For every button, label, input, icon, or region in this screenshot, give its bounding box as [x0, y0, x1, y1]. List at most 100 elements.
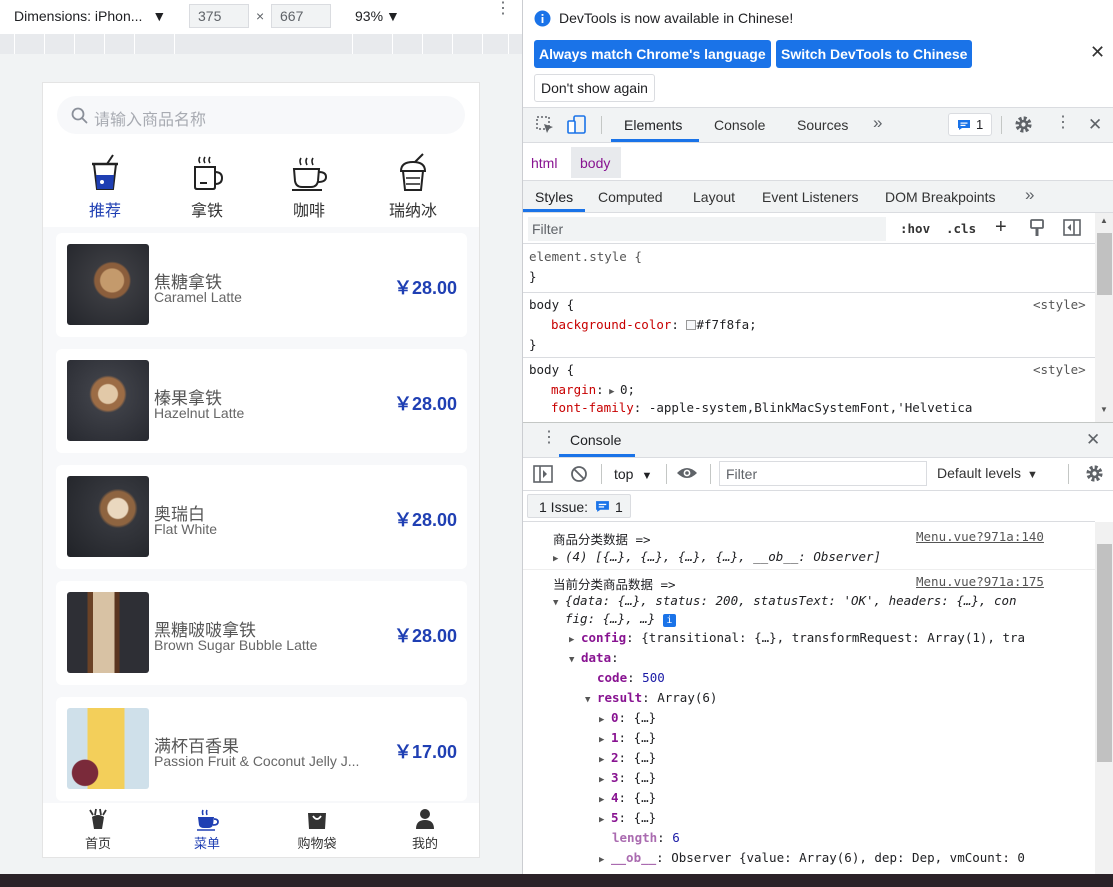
- settings-gear-icon[interactable]: [1014, 115, 1033, 134]
- result-row[interactable]: ▼ result: Array(6): [585, 690, 717, 705]
- log-object-preview[interactable]: ▼ {data: {…}, status: 200, statusText: 'O…: [553, 593, 1093, 608]
- dont-show-again-button[interactable]: Don't show again: [534, 74, 655, 102]
- new-rule-plus-icon[interactable]: +: [995, 216, 1007, 239]
- console-sidebar-icon[interactable]: [533, 465, 553, 483]
- tab-sources[interactable]: Sources: [797, 117, 848, 133]
- result-item-row[interactable]: ▶ 0: {…}: [599, 710, 656, 725]
- tab-elements[interactable]: Elements: [624, 117, 682, 133]
- tab-layout[interactable]: Layout: [693, 189, 735, 205]
- scrollbar-thumb[interactable]: [1097, 233, 1112, 295]
- drawer-menu-icon[interactable]: ⋮: [541, 429, 557, 447]
- log-levels-dropdown[interactable]: Default levels ▼: [937, 465, 1038, 481]
- more-tabs-icon[interactable]: »: [873, 113, 882, 133]
- more-subtabs-icon[interactable]: »: [1025, 185, 1034, 205]
- info-badge-icon[interactable]: i: [662, 614, 676, 627]
- context-selector[interactable]: top ▼: [614, 466, 652, 482]
- dimensions-dropdown[interactable]: Dimensions: iPhon... ▼: [14, 8, 166, 24]
- tab-event-listeners[interactable]: Event Listeners: [762, 189, 859, 205]
- width-input[interactable]: 375: [189, 4, 249, 28]
- toggle-sidebar-icon[interactable]: [1063, 219, 1081, 236]
- close-banner-icon[interactable]: ✕: [1090, 42, 1105, 63]
- close-devtools-icon[interactable]: ✕: [1088, 115, 1102, 135]
- product-card[interactable]: 满杯百香果 Passion Fruit & Coconut Jelly J...…: [56, 697, 467, 801]
- height-input[interactable]: 667: [271, 4, 331, 28]
- css-declaration[interactable]: margin: ▶ 0;: [551, 382, 635, 397]
- zoom-label: 93%: [355, 8, 384, 24]
- collapse-triangle-icon: ▼: [585, 695, 591, 705]
- coffee-cup-icon: [292, 157, 328, 191]
- device-toggle-icon[interactable]: [567, 115, 587, 135]
- home-deer-icon: [89, 808, 107, 829]
- user-icon: [416, 809, 434, 829]
- element-style-rule[interactable]: element.style {: [529, 249, 642, 264]
- styles-scrollbar[interactable]: ▲ ▼: [1095, 213, 1113, 422]
- data-row[interactable]: ▼ data:: [569, 650, 619, 665]
- result-item-row[interactable]: ▶ 3: {…}: [599, 770, 656, 785]
- rule-source-link[interactable]: <style>: [1033, 297, 1086, 312]
- result-item-row[interactable]: ▶ 2: {…}: [599, 750, 656, 765]
- breadcrumb-body[interactable]: body: [580, 155, 610, 171]
- log-array-preview[interactable]: ▶ (4) [{…}, {…}, {…}, {…}, __ob__: Observ…: [553, 549, 881, 564]
- object-value: {…}: [633, 710, 657, 725]
- category-recommend[interactable]: 推荐: [65, 153, 145, 221]
- category-coffee[interactable]: 咖啡: [269, 153, 349, 221]
- ob-row[interactable]: ▶ __ob__: Observer {value: Array(6), dep:…: [599, 850, 1089, 865]
- caramel-latte-image: [67, 244, 149, 325]
- console-filter-input[interactable]: Filter: [719, 461, 927, 486]
- close-drawer-icon[interactable]: ✕: [1086, 430, 1100, 450]
- config-row[interactable]: ▶ config: {transitional: {…}, transformRe…: [569, 630, 1089, 645]
- result-item-row[interactable]: ▶ 5: {…}: [599, 810, 656, 825]
- clear-console-icon[interactable]: [570, 465, 588, 483]
- rule-selector[interactable]: body {: [529, 362, 574, 377]
- live-expression-eye-icon[interactable]: [676, 466, 698, 480]
- product-card[interactable]: 榛果拿铁 Hazelnut Latte ￥28.00: [56, 349, 467, 453]
- zoom-dropdown[interactable]: 93% ▼: [355, 8, 400, 24]
- tab-label: 购物袋: [297, 836, 337, 851]
- breadcrumb-html[interactable]: html: [531, 155, 557, 171]
- more-options-icon[interactable]: ⋮: [495, 1, 511, 17]
- console-scrollbar[interactable]: [1095, 522, 1113, 874]
- cls-toggle[interactable]: .cls: [946, 221, 976, 236]
- search-input[interactable]: 请输入商品名称: [57, 96, 465, 134]
- tab-me[interactable]: 我的: [385, 807, 465, 852]
- log-source-link[interactable]: Menu.vue?971a:140: [916, 529, 1044, 544]
- css-declaration[interactable]: font-family: -apple-system,BlinkMacSyste…: [551, 400, 972, 415]
- switch-to-chinese-button[interactable]: Switch DevTools to Chinese: [776, 40, 973, 68]
- always-match-language-button[interactable]: Always match Chrome's language: [534, 40, 771, 68]
- tab-styles[interactable]: Styles: [535, 189, 573, 205]
- devtools-menu-icon[interactable]: ⋮: [1055, 114, 1071, 132]
- css-property: margin: [551, 382, 597, 397]
- issues-button[interactable]: 1 Issue: 1: [527, 494, 631, 518]
- product-card[interactable]: 黑糖啵啵拿铁 Brown Sugar Bubble Latte ￥28.00: [56, 581, 467, 685]
- issues-counter[interactable]: 1: [948, 113, 992, 136]
- drawer-tab-console[interactable]: Console: [570, 432, 621, 448]
- log-message-label: 当前分类商品数据 =>: [553, 577, 676, 592]
- rule-close: }: [529, 269, 537, 284]
- tab-computed[interactable]: Computed: [598, 189, 663, 205]
- styles-filter-input[interactable]: Filter: [528, 217, 886, 241]
- hov-toggle[interactable]: :hov: [900, 221, 930, 236]
- result-item-row[interactable]: ▶ 1: {…}: [599, 730, 656, 745]
- tab-home[interactable]: 首页: [58, 807, 138, 852]
- log-source-link[interactable]: Menu.vue?971a:175: [916, 574, 1044, 589]
- result-item-row[interactable]: ▶ 4: {…}: [599, 790, 656, 805]
- product-card[interactable]: 焦糖拿铁 Caramel Latte ￥28.00: [56, 233, 467, 337]
- inspect-element-icon[interactable]: [536, 116, 554, 134]
- rule-selector[interactable]: body {: [529, 297, 574, 312]
- css-declaration[interactable]: background-color: #f7f8fa;: [551, 317, 757, 332]
- object-value: {…}: [633, 790, 657, 805]
- category-latte[interactable]: 拿铁: [167, 153, 247, 221]
- product-card[interactable]: 奥瑞白 Flat White ￥28.00: [56, 465, 467, 569]
- tab-shopping-bag[interactable]: 购物袋: [277, 807, 357, 852]
- paint-brush-icon[interactable]: [1029, 219, 1045, 237]
- product-english-name: Hazelnut Latte: [154, 405, 245, 421]
- scrollbar-thumb[interactable]: [1097, 544, 1112, 762]
- tab-dom-breakpoints[interactable]: DOM Breakpoints: [885, 189, 995, 205]
- object-key: 4: [611, 790, 619, 805]
- tab-console[interactable]: Console: [714, 117, 765, 133]
- category-frappe[interactable]: 瑞纳冰: [373, 153, 453, 221]
- color-swatch[interactable]: [686, 320, 697, 330]
- tab-menu[interactable]: 菜单: [167, 807, 247, 852]
- console-settings-icon[interactable]: [1085, 464, 1104, 483]
- rule-source-link[interactable]: <style>: [1033, 362, 1086, 377]
